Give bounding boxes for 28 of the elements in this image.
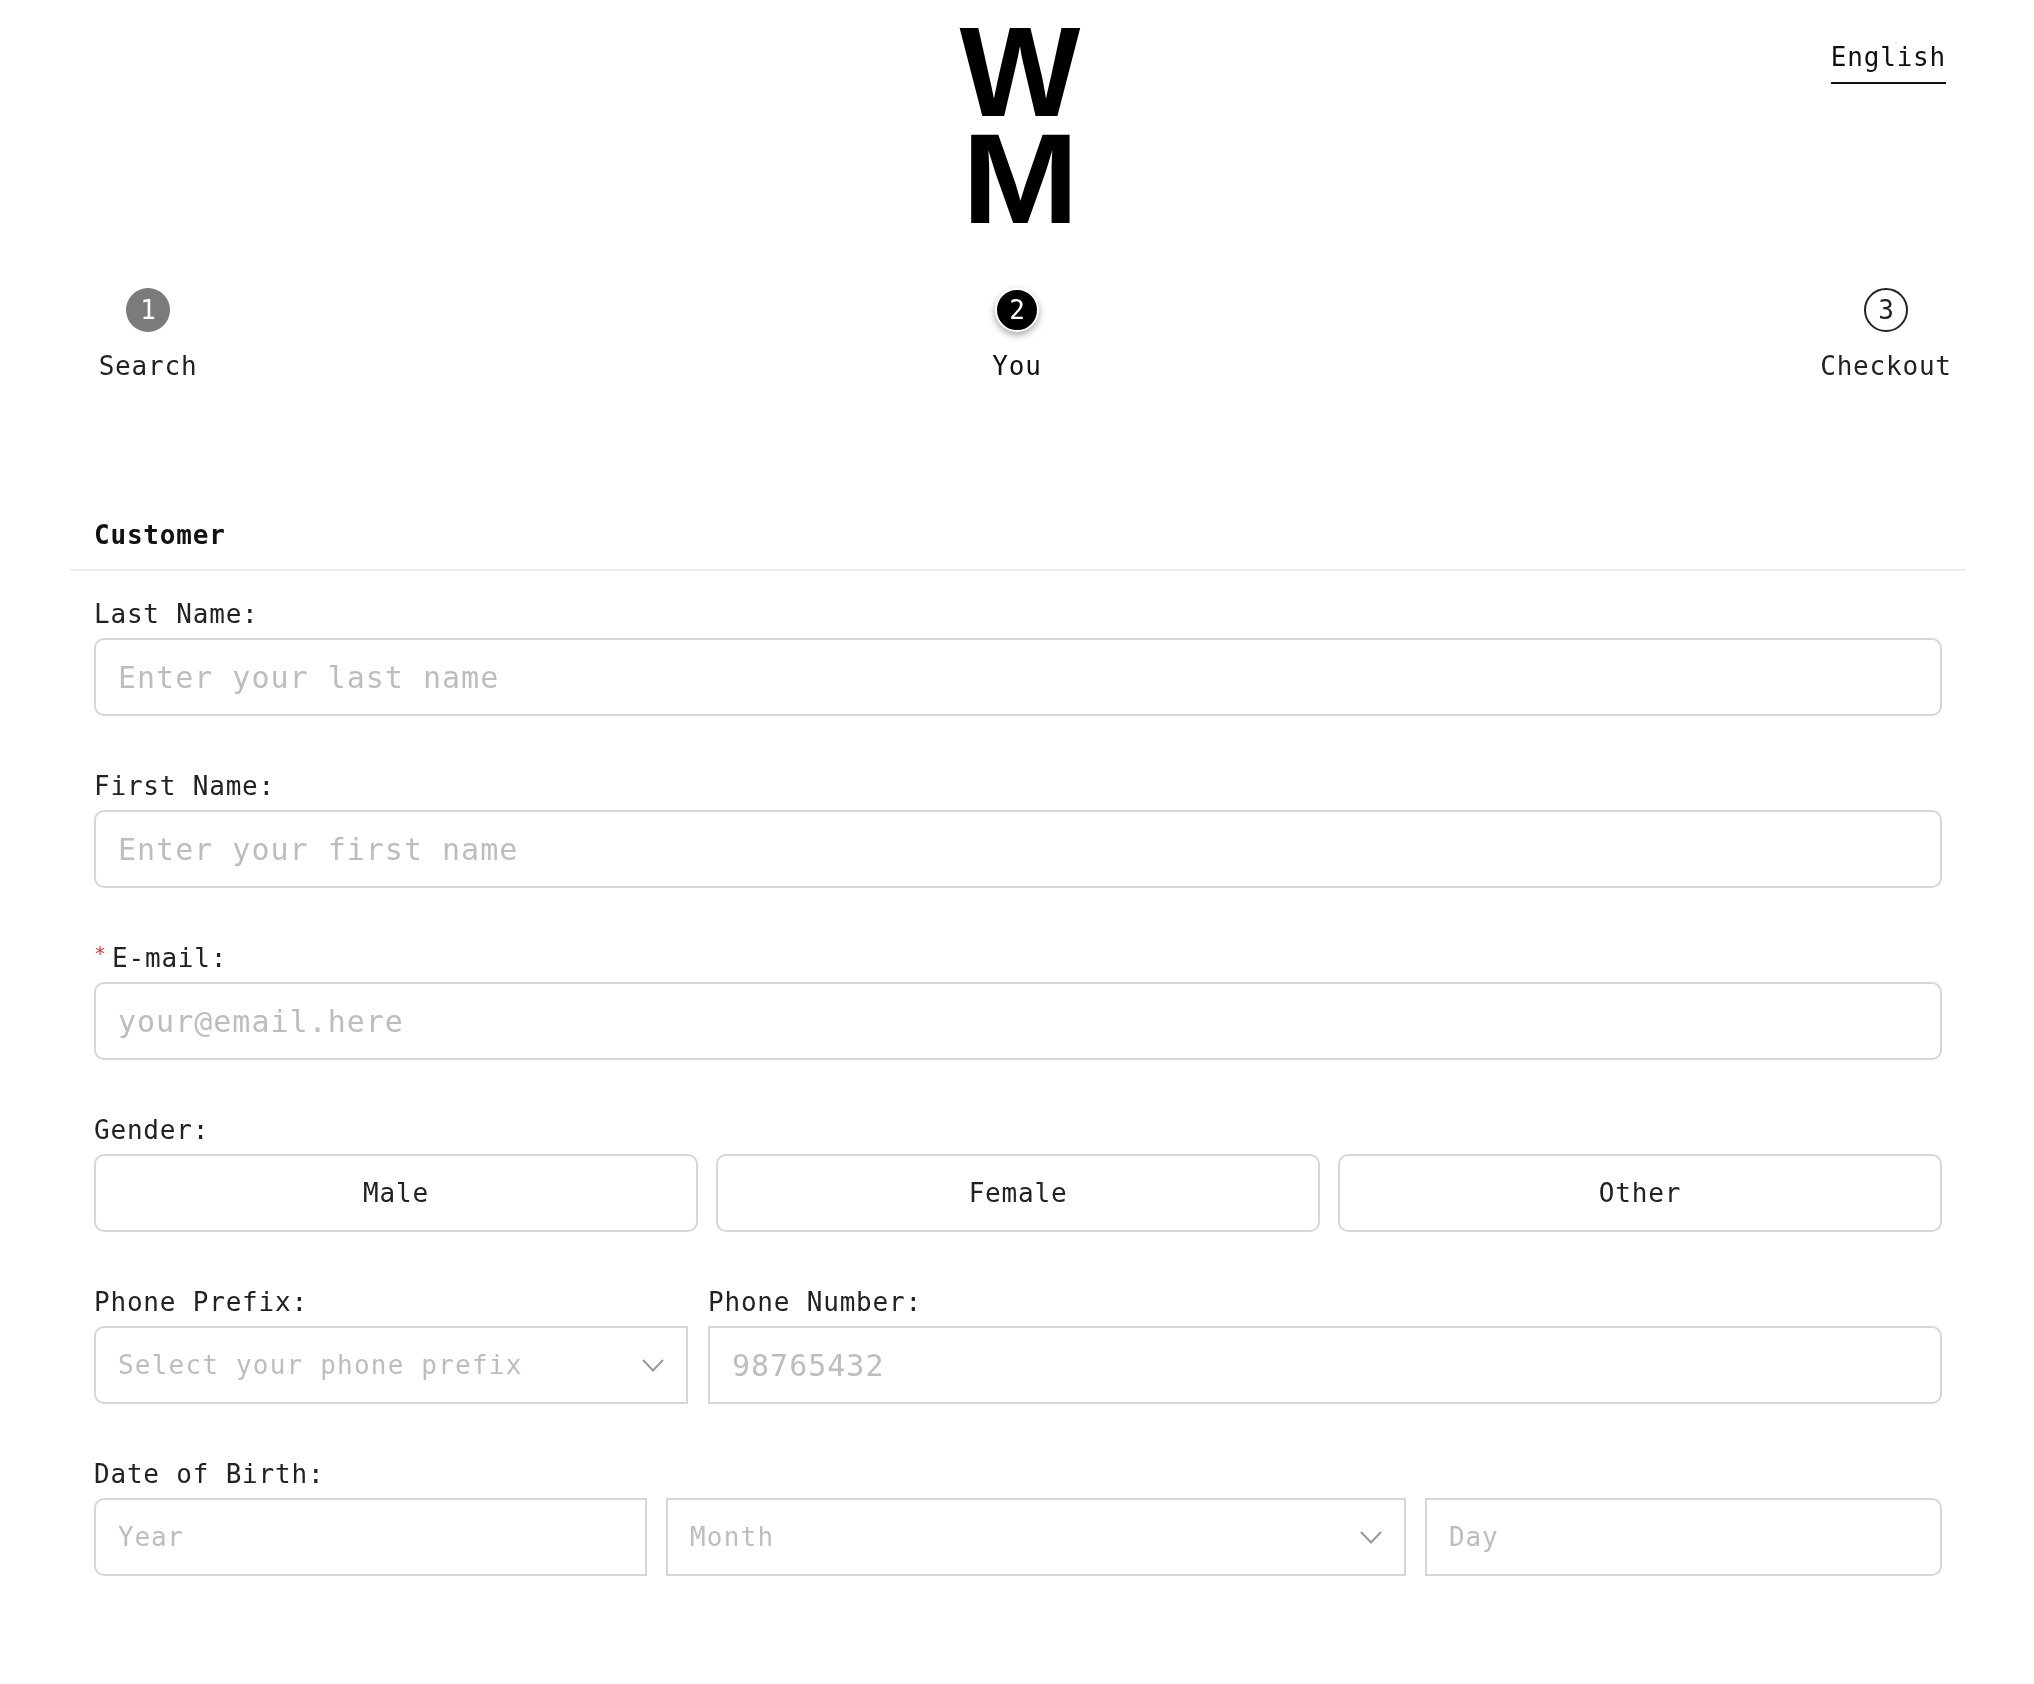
input-field[interactable]: Day bbox=[1425, 1498, 1942, 1576]
step-indicator: 3 bbox=[1864, 288, 1908, 332]
input-field[interactable]: your@email.here bbox=[94, 982, 1942, 1060]
step-indicator: 2 bbox=[995, 288, 1039, 332]
step-label: Search bbox=[98, 350, 198, 382]
field-label: First Name: bbox=[94, 770, 275, 802]
field-label: Gender: bbox=[94, 1114, 210, 1146]
section-heading: Customer bbox=[94, 519, 226, 551]
field-label: Phone Prefix: bbox=[94, 1286, 308, 1318]
step-indicator: 1 bbox=[126, 288, 170, 332]
step-label: You bbox=[992, 350, 1042, 382]
chevron-down-icon bbox=[1360, 1530, 1382, 1544]
gender-option[interactable]: Other bbox=[1338, 1154, 1942, 1232]
input-field[interactable]: Enter your last name bbox=[94, 638, 1942, 716]
brand-logo: W M bbox=[959, 26, 1081, 225]
gender-option[interactable]: Male bbox=[94, 1154, 698, 1232]
step-label: Checkout bbox=[1820, 350, 1952, 382]
input-field[interactable]: Year bbox=[94, 1498, 647, 1576]
field-label: Last Name: bbox=[94, 598, 259, 630]
field-label: E-mail: bbox=[112, 942, 228, 974]
required-mark: * bbox=[94, 942, 107, 964]
gender-option[interactable]: Female bbox=[716, 1154, 1320, 1232]
field-label: Date of Birth: bbox=[94, 1458, 325, 1490]
chevron-down-icon bbox=[642, 1358, 664, 1372]
input-field[interactable]: 98765432 bbox=[708, 1326, 1942, 1404]
language-link[interactable]: English bbox=[1830, 41, 1946, 84]
input-field[interactable]: Enter your first name bbox=[94, 810, 1942, 888]
field-label: Phone Number: bbox=[708, 1286, 922, 1318]
